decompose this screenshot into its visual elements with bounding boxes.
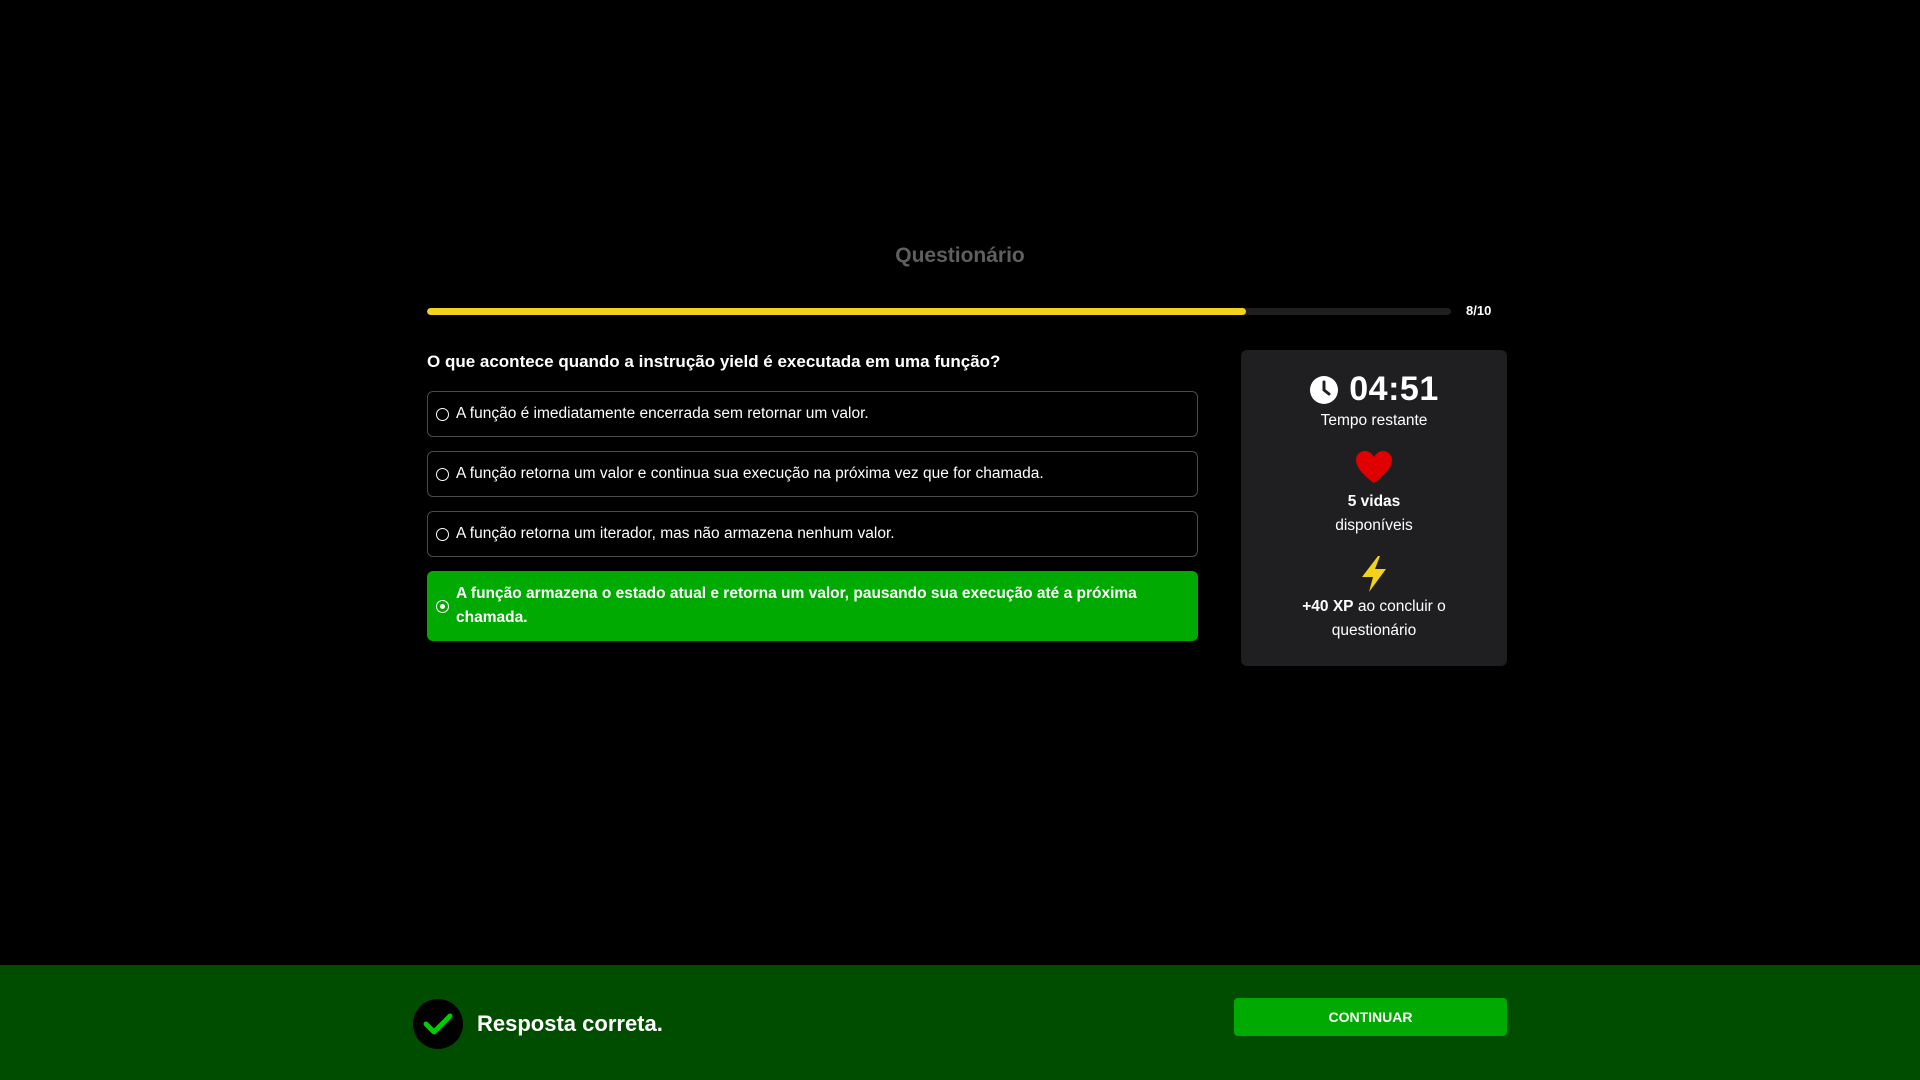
heart-icon <box>1356 451 1392 483</box>
clock-icon <box>1310 375 1339 404</box>
answer-option-selected[interactable]: A função armazena o estado atual e retor… <box>427 571 1198 641</box>
quiz-stats-panel: 04:51 Tempo restante 5 vidas disponíveis… <box>1241 350 1507 666</box>
feedback-bar: Resposta correta. CONTINUAR <box>0 965 1920 1080</box>
progress-bar-fill <box>427 308 1247 315</box>
quiz-page: Questionário 8/10 O que acontece quando … <box>0 0 1920 1080</box>
radio-dot <box>440 603 445 609</box>
question-text: O que acontece quando a instrução yield … <box>427 352 1001 371</box>
answer-option[interactable]: A função retorna um valor e continua sua… <box>427 451 1198 497</box>
timer-label: Tempo restante <box>1320 412 1428 429</box>
answer-option[interactable]: A função é imediatamente encerrada sem r… <box>427 391 1198 437</box>
radio-button[interactable] <box>436 467 449 481</box>
answer-option-label: A função retorna um valor e continua sua… <box>456 465 1044 482</box>
radio-button[interactable] <box>436 407 449 421</box>
lightning-bolt-icon <box>1362 556 1386 592</box>
lives-count: 5 vidas <box>1347 493 1401 510</box>
feedback-message: Resposta correta. <box>477 1011 663 1036</box>
xp-amount: +40 XP <box>1302 598 1354 615</box>
radio-button[interactable] <box>436 527 449 541</box>
radio-button-selected[interactable] <box>436 599 449 613</box>
check-icon <box>413 999 463 1049</box>
answer-option[interactable]: A função retorna um iterador, mas não ar… <box>427 511 1198 557</box>
answer-option-label: A função é imediatamente encerrada sem r… <box>456 405 869 422</box>
progress-counter: 8/10 <box>1466 303 1492 318</box>
progress-bar <box>427 308 1451 315</box>
xp-reward: +40 XP ao concluir o questionário <box>1281 595 1467 643</box>
answer-options: A função é imediatamente encerrada sem r… <box>427 391 1198 655</box>
timer: 04:51 <box>1241 370 1507 409</box>
lives-label: disponíveis <box>1335 517 1413 534</box>
continue-button[interactable]: CONTINUAR <box>1234 998 1507 1036</box>
timer-value: 04:51 <box>1349 370 1439 408</box>
answer-option-label: A função retorna um iterador, mas não ar… <box>456 525 895 542</box>
answer-option-label: A função armazena o estado atual e retor… <box>456 585 1137 626</box>
checkmark-glyph <box>423 1013 453 1035</box>
page-title: Questionário <box>895 244 1025 267</box>
